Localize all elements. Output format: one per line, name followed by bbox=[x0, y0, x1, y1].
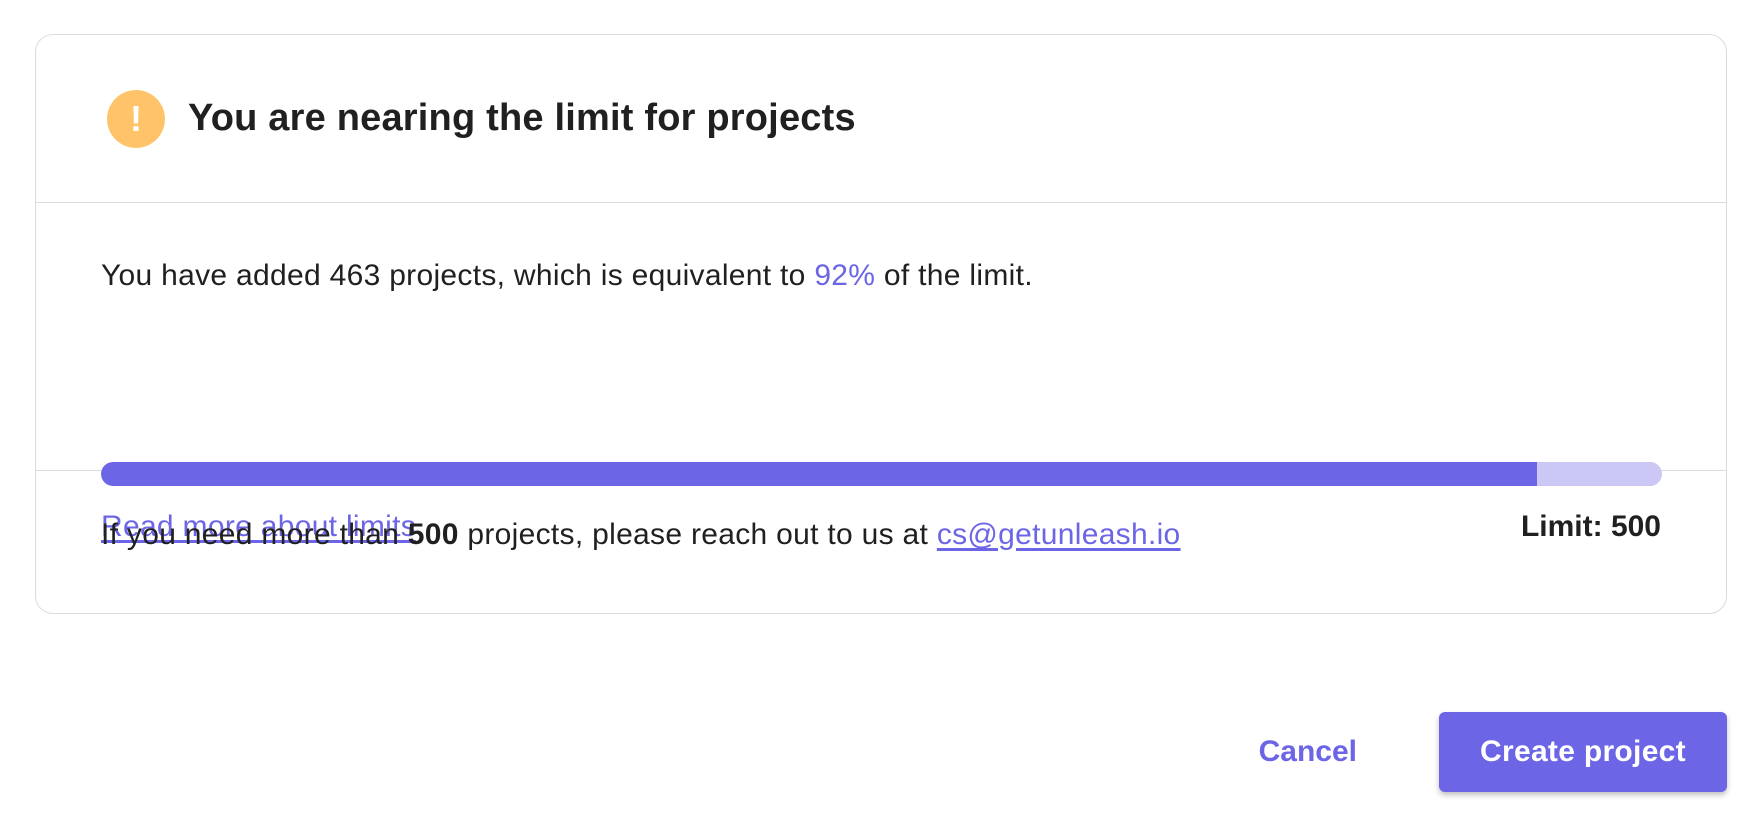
exclamation-icon: ! bbox=[107, 89, 165, 148]
contact-limit-value: 500 bbox=[407, 518, 459, 551]
contact-email-link[interactable]: cs@getunleash.io bbox=[937, 518, 1181, 551]
usage-section: You have added 463 projects, which is eq… bbox=[36, 203, 1726, 543]
create-project-button[interactable]: Create project bbox=[1439, 712, 1727, 792]
usage-text-before: You have added 463 projects, which is eq… bbox=[101, 259, 815, 292]
contact-text-middle: projects, please reach out to us at bbox=[458, 518, 937, 551]
contact-text-before: If you need more than bbox=[101, 518, 408, 551]
usage-description: You have added 463 projects, which is eq… bbox=[101, 259, 1033, 293]
dialog-actions: Cancel Create project bbox=[1235, 712, 1727, 792]
warning-title: You are nearing the limit for projects bbox=[188, 97, 856, 139]
cancel-button[interactable]: Cancel bbox=[1235, 712, 1381, 792]
usage-text-after: of the limit. bbox=[875, 259, 1033, 292]
card-header: ! You are nearing the limit for projects bbox=[36, 35, 1726, 203]
usage-percent: 92% bbox=[814, 259, 876, 292]
contact-section: If you need more than 500 projects, plea… bbox=[36, 471, 1726, 612]
page: ! You are nearing the limit for projects… bbox=[0, 0, 1764, 827]
exclamation-glyph: ! bbox=[130, 97, 142, 139]
limit-warning-card: ! You are nearing the limit for projects… bbox=[35, 34, 1727, 614]
contact-text: If you need more than 500 projects, plea… bbox=[101, 518, 1181, 552]
